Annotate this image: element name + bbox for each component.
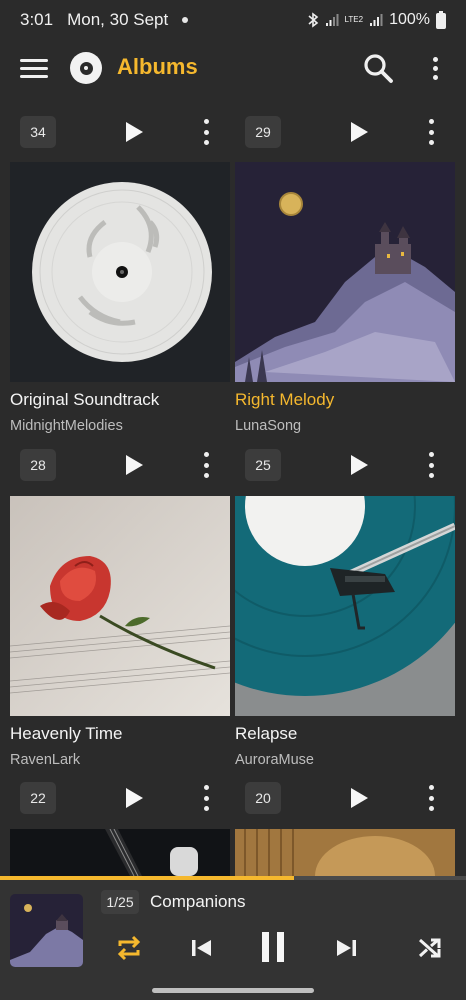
album-artist: RavenLark: [10, 752, 81, 768]
album-card[interactable]: Heavenly Time RavenLark: [10, 496, 230, 768]
play-icon[interactable]: [351, 788, 368, 808]
repeat-icon[interactable]: [116, 932, 142, 964]
album-art-castle-night[interactable]: [235, 162, 455, 382]
queue-position: 1/25: [101, 890, 139, 914]
album-actions-row: 20: [245, 779, 465, 819]
now-playing-title: Companions: [150, 892, 246, 911]
search-icon[interactable]: [362, 52, 394, 84]
track-count-badge: 22: [20, 782, 56, 814]
network-type-label: LTE2: [344, 15, 364, 24]
album-actions-row: 29: [245, 113, 465, 153]
album-more-icon[interactable]: [427, 785, 435, 811]
status-time: 3:01: [20, 10, 54, 29]
status-icons: LTE2 100%: [307, 11, 446, 29]
album-more-icon[interactable]: [202, 452, 210, 478]
play-icon[interactable]: [126, 122, 143, 142]
album-actions-row: 22: [20, 779, 240, 819]
status-date: Mon, 30 Sept: [67, 10, 169, 29]
play-icon[interactable]: [351, 122, 368, 142]
mini-player[interactable]: 1/25 Companions: [0, 880, 466, 1000]
album-actions-row: 25: [245, 446, 465, 486]
track-count-badge: 25: [245, 449, 281, 481]
album-art-wood-interior[interactable]: [235, 829, 455, 876]
album-art-vinyl-record[interactable]: [10, 162, 230, 382]
notification-dot-icon: [182, 17, 189, 23]
album-artist: AuroraMuse: [235, 752, 314, 768]
album-more-icon[interactable]: [202, 785, 210, 811]
page-title: Albums: [117, 54, 198, 79]
track-count-badge: 28: [20, 449, 56, 481]
album-actions-row: 28: [20, 446, 240, 486]
album-title: Original Soundtrack: [10, 390, 160, 409]
status-bar: 3:01 Mon, 30 Sept LTE2 100%: [0, 0, 466, 40]
track-count-badge: 34: [20, 116, 56, 148]
album-more-icon[interactable]: [427, 119, 435, 145]
album-more-icon[interactable]: [202, 119, 210, 145]
album-actions-row: 34: [20, 113, 240, 153]
album-title: Relapse: [235, 724, 298, 743]
album-more-icon[interactable]: [427, 452, 435, 478]
signal-icon: [325, 14, 339, 26]
app-bar: Albums: [0, 40, 466, 96]
album-artist: LunaSong: [235, 418, 302, 434]
app-logo-disc-icon: [70, 52, 102, 84]
now-playing-art[interactable]: [10, 894, 83, 967]
play-icon[interactable]: [126, 788, 143, 808]
album-card[interactable]: Right Melody LunaSong: [235, 162, 455, 434]
menu-icon[interactable]: [20, 54, 48, 82]
home-indicator[interactable]: [152, 988, 314, 993]
album-art-turntable[interactable]: [235, 496, 455, 716]
shuffle-icon[interactable]: [417, 932, 443, 964]
track-count-badge: 29: [245, 116, 281, 148]
battery-icon: [436, 11, 446, 29]
skip-previous-icon[interactable]: [190, 932, 214, 964]
bluetooth-icon: [308, 12, 318, 28]
track-count-badge: 20: [245, 782, 281, 814]
album-title: Heavenly Time: [10, 724, 123, 743]
battery-percent: 100%: [389, 11, 430, 28]
play-icon[interactable]: [351, 455, 368, 475]
more-vert-icon[interactable]: [425, 52, 445, 84]
pause-icon[interactable]: [258, 928, 288, 966]
album-card[interactable]: Original Soundtrack MidnightMelodies: [10, 162, 230, 434]
album-artist: MidnightMelodies: [10, 418, 123, 434]
album-art-rose-sheet-music[interactable]: [10, 496, 230, 716]
album-art-guitar[interactable]: [10, 829, 230, 876]
skip-next-icon[interactable]: [334, 932, 358, 964]
play-icon[interactable]: [126, 455, 143, 475]
album-card[interactable]: Relapse AuroraMuse: [235, 496, 455, 768]
signal-icon-2: [370, 14, 383, 26]
album-grid[interactable]: 34 29 Original Soundtrack MidnightMelodi…: [0, 96, 466, 876]
album-title: Right Melody: [235, 390, 335, 409]
